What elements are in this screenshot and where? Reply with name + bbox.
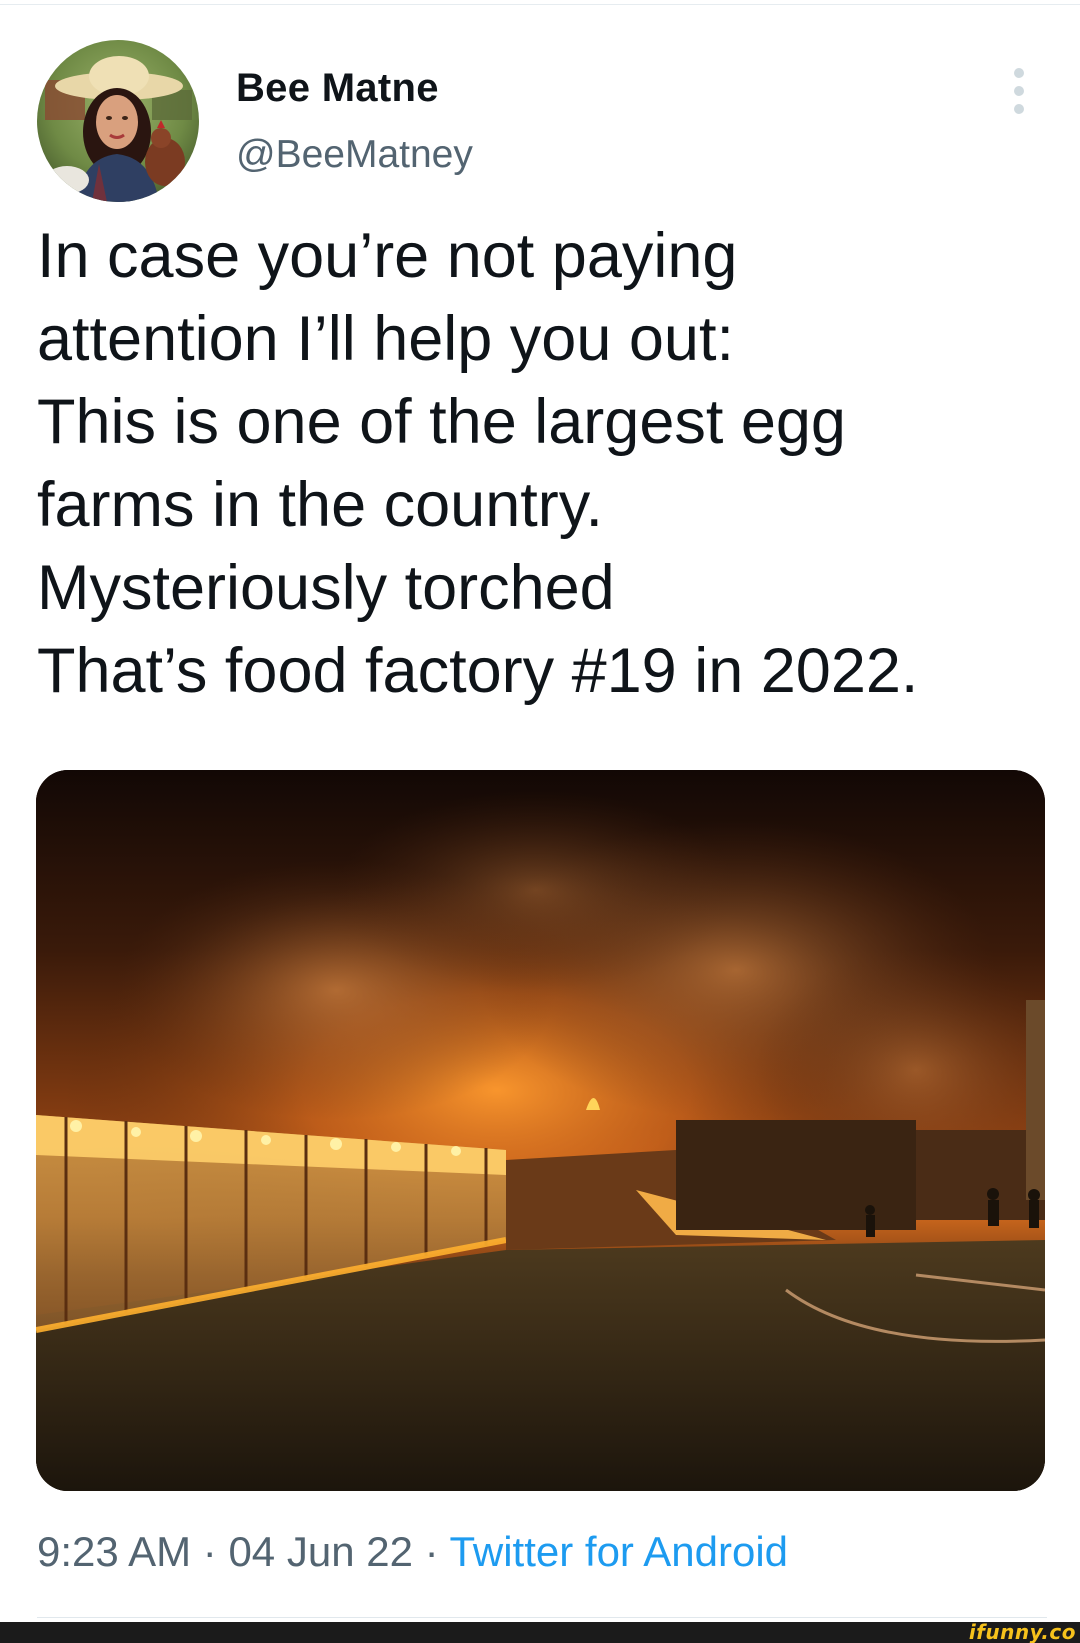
tweet-text-line: This is one of the largest egg bbox=[37, 387, 846, 457]
tweet-meta: 9:23 AM · 04 Jun 22 · Twitter for Androi… bbox=[37, 1528, 788, 1576]
avatar[interactable] bbox=[37, 40, 199, 202]
meta-separator: · bbox=[202, 1528, 217, 1575]
tweet-text-line: That’s food factory #19 in 2022. bbox=[37, 636, 919, 706]
tweet-text-line: attention I’ll help you out: bbox=[37, 304, 734, 374]
tweet-screenshot: Bee Matne @BeeMatney In case you’re not … bbox=[0, 0, 1080, 1643]
display-name[interactable]: Bee Matne bbox=[236, 66, 439, 111]
top-divider bbox=[0, 4, 1080, 5]
tweet-text-line: In case you’re not paying bbox=[37, 221, 738, 291]
tweet-photo[interactable] bbox=[36, 770, 1045, 1491]
bottom-divider bbox=[37, 1617, 1047, 1618]
watermark-bar bbox=[0, 1622, 1080, 1643]
watermark-logo: ifunny.co bbox=[968, 1620, 1076, 1643]
more-vertical-icon[interactable] bbox=[1005, 66, 1033, 116]
tweet-time[interactable]: 9:23 AM bbox=[37, 1528, 191, 1575]
meta-separator: · bbox=[424, 1528, 439, 1575]
tweet-text-line: farms in the country. bbox=[37, 470, 604, 540]
tweet-date[interactable]: 04 Jun 22 bbox=[228, 1528, 413, 1575]
user-handle[interactable]: @BeeMatney bbox=[236, 133, 473, 177]
tweet-text: In case you’re not paying attention I’ll… bbox=[37, 215, 1047, 713]
tweet-source-link[interactable]: Twitter for Android bbox=[450, 1528, 788, 1575]
tweet-text-line: Mysteriously torched bbox=[37, 553, 615, 623]
